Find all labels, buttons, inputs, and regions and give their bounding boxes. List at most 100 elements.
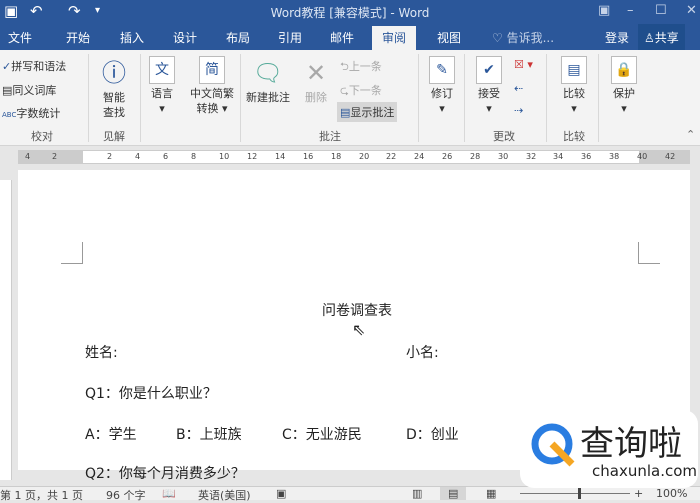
close-icon[interactable]: ✕ <box>686 3 697 18</box>
delete-comment-button[interactable]: ✕ 删除 <box>298 56 334 105</box>
ruler-tick-label: 32 <box>526 152 537 161</box>
zoom-slider[interactable] <box>520 493 630 494</box>
delete-comment-icon: ✕ <box>305 59 327 87</box>
tab-layout[interactable]: 布局 <box>226 29 250 46</box>
track-changes-icon: ✎ <box>429 56 455 84</box>
web-layout-icon[interactable]: ▦ <box>486 487 496 500</box>
language-button[interactable]: 文语言 ▾ <box>146 56 178 116</box>
label: 智能查找 <box>103 91 125 119</box>
divider <box>418 54 419 142</box>
next-change-button[interactable]: ⇢ <box>514 104 523 117</box>
accept-icon: ✔ <box>476 56 502 84</box>
print-layout-icon[interactable]: ▤ <box>440 487 467 500</box>
status-bar: 第 1 页，共 1 页 96 个字 📖 英语(美国) ▣ ▥ ▤ ▦ + 100… <box>0 486 700 503</box>
label: 修订 <box>431 87 453 100</box>
ruler-tick-label: 14 <box>275 152 286 161</box>
ruler-tick-label: 10 <box>219 152 230 161</box>
tell-me-box[interactable]: ♡ 告诉我... <box>492 29 554 46</box>
ruler-tick-label: 34 <box>553 152 564 161</box>
maximize-icon[interactable]: ☐ <box>655 3 667 18</box>
word-count[interactable]: 96 个字 <box>106 487 146 503</box>
group-changes-label: 更改 <box>493 130 515 143</box>
ruler-tick-label: 30 <box>498 152 509 161</box>
ruler-tick-label: 26 <box>442 152 453 161</box>
previous-change-button[interactable]: ⇠ <box>514 82 523 95</box>
reject-button[interactable]: ☒ ▾ <box>514 58 533 71</box>
divider <box>546 54 547 142</box>
watermark-url: chaxunla.com <box>592 462 697 480</box>
tab-review[interactable]: 审阅 <box>372 26 417 50</box>
ribbon-tabs: 文件 开始 插入 设计 布局 引用 邮件 审阅 视图 ♡ 告诉我... 登录 ♙… <box>0 24 700 50</box>
vertical-ruler[interactable] <box>0 180 12 480</box>
language-icon: 文 <box>149 56 175 84</box>
spelling-icon: ✓ <box>2 60 12 73</box>
page-count[interactable]: 第 1 页，共 1 页 <box>0 487 83 503</box>
label: 接受 <box>478 87 500 100</box>
previous-comment-button[interactable]: ⮌上一条 <box>340 58 382 77</box>
minimize-icon[interactable]: – <box>627 3 634 18</box>
word-count-button[interactable]: ABC字数统计 <box>2 105 60 121</box>
ruler-tick-label: 22 <box>386 152 397 161</box>
track-changes-button[interactable]: ✎ 修订 ▾ <box>424 56 460 116</box>
ruler-tick-label: 16 <box>303 152 314 161</box>
collapse-ribbon-icon[interactable]: ⌃ <box>686 128 695 141</box>
macro-icon[interactable]: ▣ <box>276 487 286 500</box>
compare-button[interactable]: ▤ 比较 ▾ <box>556 56 592 116</box>
proofing-icon[interactable]: 📖 <box>162 487 176 500</box>
spelling-grammar-button[interactable]: ✓拼写和语法 <box>2 58 66 74</box>
horizontal-ruler[interactable]: 4 2 2 4 6 8 10 12 14 16 18 20 22 24 26 28 30 32 34 36 38 40 42 <box>0 147 700 167</box>
label: 删除 <box>305 91 327 104</box>
zoom-slider-thumb[interactable] <box>578 488 581 499</box>
simplified-chinese-icon: 简 <box>199 56 225 84</box>
next-comment-button[interactable]: ⮎下一条 <box>340 82 382 101</box>
share-label: 共享 <box>654 31 679 45</box>
compare-icon: ▤ <box>561 56 587 84</box>
label: 拼写和语法 <box>11 60 67 73</box>
previous-icon: ⮌ <box>340 60 349 73</box>
thesaurus-button[interactable]: ▤同义词库 <box>2 82 56 98</box>
tab-insert[interactable]: 插入 <box>120 29 144 46</box>
share-button[interactable]: ♙共享 <box>638 24 685 50</box>
option-a: A：学生 <box>85 427 137 443</box>
tab-home[interactable]: 开始 <box>66 29 90 46</box>
tab-design[interactable]: 设计 <box>173 29 197 46</box>
next-icon: ⮎ <box>340 84 349 97</box>
show-comments-button[interactable]: ▤显示批注 <box>337 102 398 122</box>
ruler-tick-label: 18 <box>331 152 342 161</box>
label: 字数统计 <box>16 107 61 120</box>
new-comment-button[interactable]: 🗨 新建批注 <box>242 56 294 105</box>
read-mode-icon[interactable]: ▥ <box>412 487 422 500</box>
zoom-level[interactable]: 100% <box>656 487 687 500</box>
ruler-tick-label: 6 <box>163 152 169 161</box>
ruler-tick-label: 4 <box>25 152 31 161</box>
protect-button[interactable]: 🔒 保护 ▾ <box>606 56 642 116</box>
ruler-tick-label: 2 <box>52 152 58 161</box>
label: 下一条 <box>348 84 382 97</box>
accept-button[interactable]: ✔ 接受 ▾ <box>472 56 506 116</box>
lightbulb-icon: ♡ <box>492 31 503 45</box>
margin-corner <box>61 242 83 264</box>
ruler-tick-label: 36 <box>581 152 592 161</box>
divider <box>464 54 465 142</box>
question-2: Q2：你每个月消费多少？ <box>85 466 245 482</box>
ruler-tick-label: 42 <box>665 152 676 161</box>
ruler-tick-label: 40 <box>637 152 648 161</box>
smart-lookup-button[interactable]: ⓘ 智能查找 <box>96 56 132 120</box>
signin-link[interactable]: 登录 <box>605 29 629 46</box>
tab-mailings[interactable]: 邮件 <box>330 29 354 46</box>
language-status[interactable]: 英语(美国) <box>198 487 251 503</box>
window-title: Word教程 [兼容模式] - Word <box>270 6 430 20</box>
title-bar: ▣ ↶ ↷ ▾ Word教程 [兼容模式] - Word ▣ – ☐ ✕ <box>0 0 700 24</box>
ruler-tick-label: 38 <box>609 152 620 161</box>
chinese-conversion-button[interactable]: 简中文简繁转换 ▾ <box>186 56 238 116</box>
ribbon-display-icon[interactable]: ▣ <box>598 3 610 18</box>
tell-me-label: 告诉我... <box>506 31 555 45</box>
question-1: Q1：你是什么职业？ <box>85 386 217 402</box>
tab-references[interactable]: 引用 <box>278 29 302 46</box>
tab-file[interactable]: 文件 <box>8 29 32 46</box>
option-d: D：创业 <box>406 427 459 443</box>
tab-view[interactable]: 视图 <box>437 29 461 46</box>
ribbon: ✓拼写和语法 ▤同义词库 ABC字数统计 校对 ⓘ 智能查找 见解 文语言 ▾ 简中… <box>0 50 700 146</box>
zoom-in-icon[interactable]: + <box>634 487 643 500</box>
ruler-tick-label: 2 <box>107 152 113 161</box>
